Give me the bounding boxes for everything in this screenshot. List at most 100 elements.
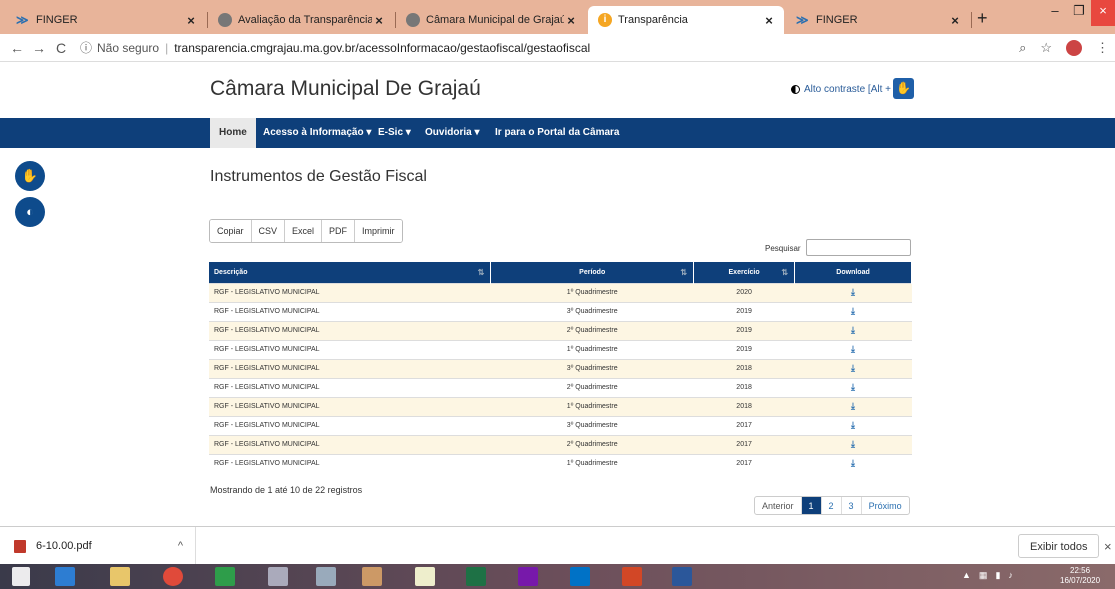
search-label: Pesquisar [765,244,801,253]
pdf-button[interactable]: PDF [322,220,356,242]
tab-finger-1[interactable]: ≫ FINGER × [6,6,206,34]
table-header-row: Descrição ⇅ Período ⇅ Exercício ⇅ Download [209,262,912,283]
tab-finger-2[interactable]: ≫ FINGER × [786,6,970,34]
sign-language-side-button[interactable]: ✋ [15,161,45,191]
windows-start-icon[interactable] [12,567,30,586]
cell-download: ⤓ [794,453,912,473]
pager-page-3[interactable]: 3 [842,497,862,514]
close-icon[interactable]: × [762,13,776,28]
pager-previous[interactable]: Anterior [755,497,802,514]
pager-page-2[interactable]: 2 [822,497,842,514]
copy-button[interactable]: Copiar [210,220,252,242]
calculator-icon[interactable] [316,567,336,586]
download-item[interactable]: 6-10.00.pdf ^ [10,527,196,565]
excel-button[interactable]: Excel [285,220,323,242]
download-icon[interactable]: ⤓ [851,325,855,335]
sign-language-icon[interactable]: ✋ [893,78,914,99]
reload-icon[interactable]: C [50,40,72,56]
close-icon[interactable]: × [372,13,386,28]
url-text[interactable]: transparencia.cmgrajau.ma.gov.br/acessoI… [174,41,590,55]
nav-acesso-informacao[interactable]: Acesso à Informação ▾ [263,118,371,148]
volume-icon[interactable]: ♪ [1008,570,1013,581]
nav-portal-camara[interactable]: Ir para o Portal da Câmara [495,118,620,148]
download-icon[interactable]: ⤓ [851,287,855,297]
store-icon[interactable] [215,567,235,586]
tab-title: FINGER [36,14,78,26]
table-row: RGF - LEGISLATIVO MUNICIPAL 2º Quadrimest… [209,320,912,340]
powerpoint-icon[interactable] [622,567,642,586]
close-icon[interactable]: × [564,13,578,28]
word-icon[interactable] [672,567,692,586]
ie-icon[interactable] [55,567,75,586]
table-row: RGF - LEGISLATIVO MUNICIPAL 2º Quadrimest… [209,377,912,397]
download-icon[interactable]: ⤓ [851,363,855,373]
notepad-icon[interactable] [415,567,435,586]
back-icon[interactable]: ← [6,40,28,56]
column-header-download: Download [794,262,912,283]
cell-download: ⤓ [794,320,912,340]
download-icon[interactable]: ⤓ [851,382,855,392]
cell-periodo: 3º Quadrimestre [490,415,694,435]
export-button-group: Copiar CSV Excel PDF Imprimir [209,219,403,243]
info-circle-icon[interactable]: ⓘ [80,39,92,56]
taskbar-clock[interactable]: 22:56 16/07/2020 [1060,566,1100,586]
column-header-periodo[interactable]: Período ⇅ [490,262,695,283]
chevron-up-icon[interactable]: ^ [178,540,183,552]
new-tab-button[interactable]: + [977,8,988,29]
menu-kebab-icon[interactable]: ⋮ [1096,40,1109,56]
cell-periodo: 2º Quadrimestre [490,320,694,340]
chevron-up-icon[interactable]: ▲ [962,570,971,581]
table-info: Mostrando de 1 até 10 de 22 registros [210,485,363,495]
tab-camara[interactable]: Câmara Municipal de Grajaú × [396,6,586,34]
search-input[interactable] [806,239,911,256]
contrast-side-button[interactable]: ◐ [15,197,45,227]
site-title[interactable]: Câmara Municipal De Grajaú [210,77,481,101]
download-icon[interactable]: ⤓ [851,439,855,449]
pager-page-1[interactable]: 1 [801,497,822,514]
maximize-button[interactable]: ❐ [1064,0,1094,26]
close-icon[interactable]: × [948,13,962,28]
cell-exercicio: 2017 [693,453,795,473]
chrome-icon[interactable] [163,567,183,586]
people-icon[interactable] [268,567,288,586]
zoom-icon[interactable]: ⌕ [1019,40,1026,56]
cell-periodo: 1º Quadrimestre [490,282,694,302]
file-explorer-icon[interactable] [110,567,130,586]
cell-exercicio: 2018 [693,358,795,378]
print-button[interactable]: Imprimir [355,220,402,242]
tab-transparencia[interactable]: i Transparência × [588,6,784,34]
outlook-icon[interactable] [570,567,590,586]
high-contrast-link[interactable]: Alto contraste [Alt + 3] [791,84,902,95]
download-icon[interactable]: ⤓ [851,458,855,468]
onenote-icon[interactable] [518,567,538,586]
pager-next[interactable]: Próximo [862,497,909,514]
bookmark-star-icon[interactable]: ☆ [1040,40,1052,56]
signal-icon[interactable]: ▮ [995,570,1000,581]
download-icon[interactable]: ⤓ [851,306,855,316]
nav-ouvidoria[interactable]: Ouvidoria ▾ [425,118,479,148]
nav-home[interactable]: Home [210,118,256,148]
nav-esic[interactable]: E-Sic ▾ [378,118,411,148]
forward-icon[interactable]: → [28,40,50,56]
omnibox[interactable]: ⓘ Não seguro | transparencia.cmgrajau.ma… [80,39,590,56]
cell-download: ⤓ [794,301,912,321]
window-close-button[interactable]: × [1091,0,1115,26]
column-header-exercicio[interactable]: Exercício ⇅ [693,262,796,283]
csv-button[interactable]: CSV [251,220,286,242]
close-icon[interactable]: × [1104,539,1112,554]
close-icon[interactable]: × [184,13,198,28]
network-icon[interactable]: ▦ [979,570,988,581]
column-header-descricao[interactable]: Descrição ⇅ [209,262,492,283]
paint-icon[interactable] [362,567,382,586]
contrast-label: Alto contraste [Alt + 3] [804,84,903,95]
profile-avatar[interactable] [1066,40,1082,56]
tab-avaliacao[interactable]: Avaliação da Transparência dos × [208,6,394,34]
show-all-downloads-button[interactable]: Exibir todos [1018,534,1100,558]
excel-icon[interactable] [466,567,486,586]
cell-descricao: RGF - LEGISLATIVO MUNICIPAL [209,434,491,454]
download-icon[interactable]: ⤓ [851,401,855,411]
download-icon[interactable]: ⤓ [851,420,855,430]
download-icon[interactable]: ⤓ [851,344,855,354]
table-row: RGF - LEGISLATIVO MUNICIPAL 3º Quadrimest… [209,301,912,321]
cell-download: ⤓ [794,339,912,359]
